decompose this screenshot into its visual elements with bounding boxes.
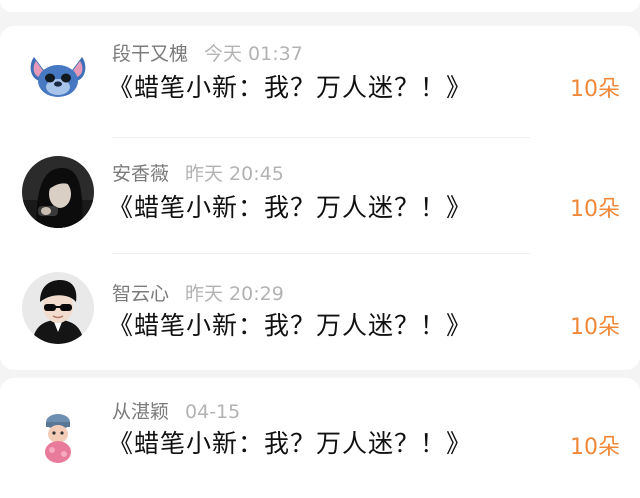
name-row: 安香薇 昨天 20:45 (112, 162, 284, 186)
avatar[interactable] (22, 398, 94, 470)
amount-label: 10朵 (570, 315, 620, 340)
stitch-avatar-icon (22, 39, 94, 111)
avatar[interactable] (22, 39, 94, 111)
user-name[interactable]: 段干又槐 (112, 43, 188, 65)
book-title[interactable]: 《蜡笔小新：我？万人迷？！》 (108, 310, 472, 342)
name-row: 从湛颖 04-15 (112, 400, 240, 424)
cartoon-doll-avatar-icon (22, 398, 94, 470)
amount-label: 10朵 (570, 77, 620, 102)
book-title[interactable]: 《蜡笔小新：我？万人迷？！》 (108, 72, 472, 104)
name-row: 段干又槐 今天 01:37 (112, 42, 303, 66)
book-title[interactable]: 《蜡笔小新：我？万人迷？！》 (108, 428, 472, 460)
list-item[interactable]: 安香薇 昨天 20:45 《蜡笔小新：我？万人迷？！》 10朵 (0, 138, 640, 254)
timestamp: 昨天 20:29 (185, 283, 284, 305)
previous-card-edge (0, 0, 640, 12)
name-row: 智云心 昨天 20:29 (112, 282, 284, 306)
timestamp: 今天 01:37 (204, 43, 303, 65)
book-title[interactable]: 《蜡笔小新：我？万人迷？！》 (108, 192, 472, 224)
avatar[interactable] (22, 156, 94, 228)
timestamp: 04-15 (185, 401, 241, 423)
avatar[interactable] (22, 272, 94, 344)
list-item[interactable]: 从湛颖 04-15 《蜡笔小新：我？万人迷？！》 10朵 (0, 378, 640, 498)
list-item[interactable]: 智云心 昨天 20:29 《蜡笔小新：我？万人迷？！》 10朵 (0, 254, 640, 370)
sunglasses-man-avatar-icon (22, 272, 94, 344)
timestamp: 昨天 20:45 (185, 163, 284, 185)
user-name[interactable]: 安香薇 (112, 163, 169, 185)
list-item[interactable]: 段干又槐 今天 01:37 《蜡笔小新：我？万人迷？！》 10朵 (0, 26, 640, 138)
amount-label: 10朵 (570, 435, 620, 460)
amount-label: 10朵 (570, 197, 620, 222)
user-name[interactable]: 智云心 (112, 283, 169, 305)
user-name[interactable]: 从湛颖 (112, 401, 169, 423)
dark-hair-girl-avatar-icon (22, 156, 94, 228)
